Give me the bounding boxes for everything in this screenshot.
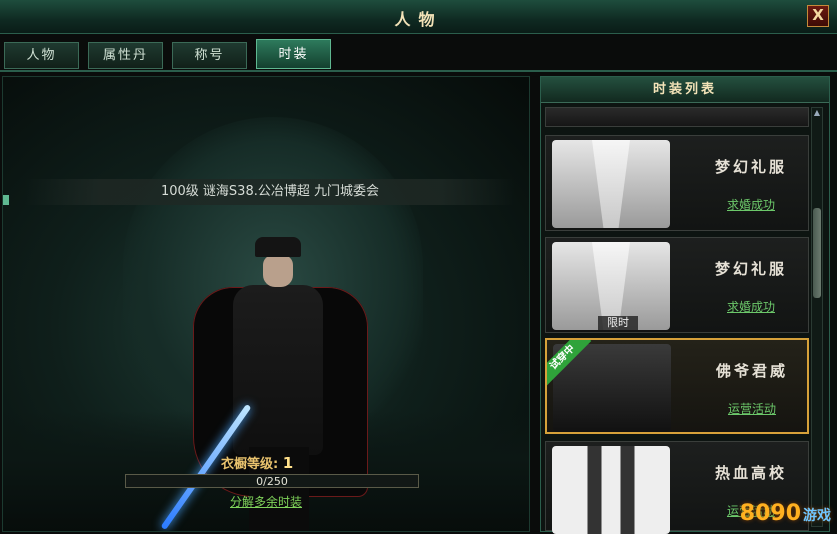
fashion-thumbnail — [552, 140, 670, 228]
fashion-item[interactable]: 限时 梦幻礼服 求婚成功 — [545, 237, 809, 333]
watermark-sub: 游戏 — [803, 508, 831, 524]
hat-shape — [255, 237, 301, 257]
scroll-up-icon[interactable]: ▲ — [812, 108, 822, 120]
title-bar: 人物 X — [0, 0, 837, 34]
wardrobe-level: 衣橱等级: 1 — [221, 453, 293, 472]
list-scrollbar[interactable]: ▲ — [811, 107, 823, 527]
fashion-item-selected[interactable]: 试穿中 佛爷君威 运营活动 — [545, 338, 809, 434]
fashion-source-link[interactable]: 求婚成功 — [696, 196, 806, 213]
fashion-name: 佛爷君威 — [715, 362, 788, 380]
tab-attribute-pill[interactable]: 属性丹 — [88, 42, 163, 69]
try-on-badge: 试穿中 — [547, 340, 592, 387]
progress-text: 0/250 — [256, 475, 288, 488]
close-button[interactable]: X — [807, 5, 829, 27]
suit-icon — [592, 140, 630, 228]
tab-divider — [0, 70, 837, 72]
fashion-source-link[interactable]: 运营活动 — [697, 400, 807, 417]
tab-title[interactable]: 称号 — [172, 42, 247, 69]
site-watermark: 8090 游戏 — [740, 501, 831, 526]
fashion-name: 梦幻礼服 — [714, 260, 787, 278]
list-item-partial[interactable] — [545, 107, 809, 127]
window-title: 人物 — [394, 10, 443, 29]
limited-time-badge: 限时 — [598, 316, 638, 330]
tab-character[interactable]: 人物 — [4, 42, 79, 69]
coat-shape — [233, 285, 323, 455]
try-on-ribbon: 试穿中 — [547, 340, 595, 388]
character-viewer: 100级 谜海S38.公冶博超 九门城委会 衣橱等级: 1 0/250 分解多余… — [2, 76, 530, 532]
scroll-thumb[interactable] — [813, 208, 821, 298]
wardrobe-progress-bar: 0/250 — [125, 474, 419, 488]
fashion-source-link[interactable]: 求婚成功 — [696, 298, 806, 315]
fashion-thumbnail — [552, 446, 670, 534]
fashion-name: 热血高校 — [714, 464, 787, 482]
fashion-name: 梦幻礼服 — [714, 158, 787, 176]
wardrobe-level-label: 衣橱等级: — [221, 457, 279, 472]
wardrobe-level-value: 1 — [282, 454, 294, 472]
character-info: 100级 谜海S38.公冶博超 九门城委会 — [25, 179, 515, 205]
fashion-item[interactable]: 梦幻礼服 求婚成功 — [545, 135, 809, 231]
fashion-list-panel: 时装列表 梦幻礼服 求婚成功 限时 梦幻礼服 求婚成功 试穿中 佛爷君威 运营活… — [540, 76, 830, 534]
tab-fashion[interactable]: 时装 — [256, 39, 331, 69]
watermark-logo: 8090 — [739, 501, 801, 526]
fashion-list-title: 时装列表 — [541, 77, 829, 103]
side-gem-icon — [3, 195, 9, 205]
decompose-fashion-link[interactable]: 分解多余时装 — [230, 493, 302, 510]
fashion-thumbnail: 限时 — [552, 242, 670, 330]
face-shape — [263, 255, 293, 287]
